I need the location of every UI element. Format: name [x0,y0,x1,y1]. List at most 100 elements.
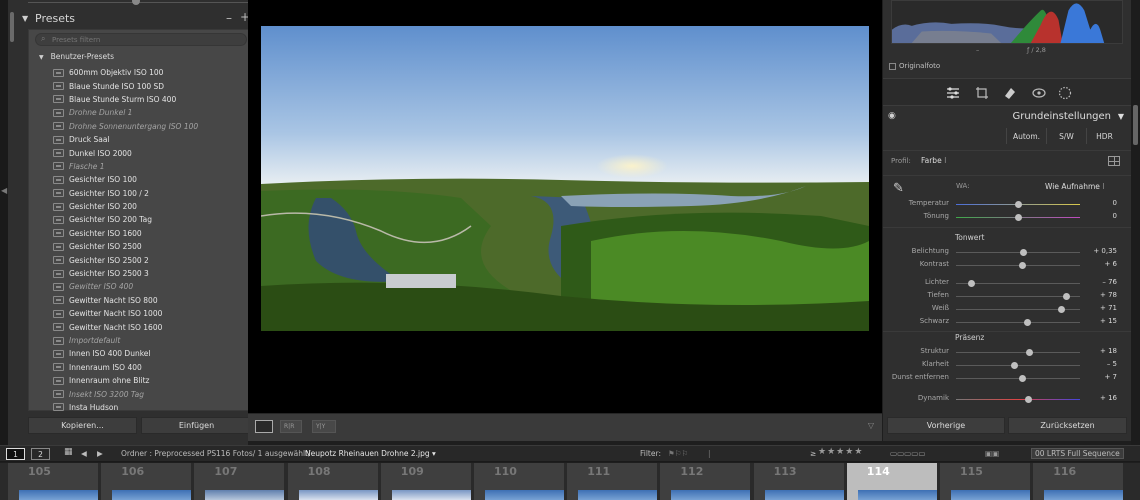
copy-settings-button[interactable]: Kopieren... [28,417,137,434]
slider-knob[interactable] [1018,262,1026,269]
thumbnail[interactable] [19,490,98,500]
slider-knob[interactable] [1011,362,1019,369]
slider-knob[interactable] [1026,349,1034,356]
rating-filter-operator[interactable]: ≥ [810,449,816,458]
remove-preset-button[interactable]: – [226,11,232,25]
preset-item[interactable]: Gewitter Nacht ISO 800 [53,294,249,307]
thumbnail[interactable] [298,490,378,500]
preset-item[interactable]: Gesichter ISO 2500 [53,240,249,253]
preset-item[interactable]: Flasche 1 [53,160,249,173]
preset-item[interactable]: Innenraum ohne Blitz [53,374,249,387]
preset-item[interactable]: Drohne Sonnenuntergang ISO 100 [53,120,249,133]
main-window-button[interactable]: 1 [6,448,25,460]
filmstrip-cell[interactable]: 114 [846,463,939,500]
color-label-filters[interactable]: ▭▭▭▭▭ [890,449,925,458]
slider-knob[interactable] [1023,319,1031,326]
preset-item[interactable]: Gesichter ISO 100 [53,173,249,186]
preset-item[interactable]: Gesichter ISO 1600 [53,227,249,240]
original-photo-checkbox[interactable] [889,62,896,70]
thumbnail[interactable] [764,490,844,500]
slider-value[interactable]: + 0,35 [1093,247,1117,255]
thumbnail[interactable] [857,490,937,500]
preset-item[interactable]: Druck Saal [53,133,249,146]
preset-item[interactable]: Gesichter ISO 200 [53,200,249,213]
preset-group-user[interactable]: ▼ Benutzer-Presets [39,52,114,61]
basic-panel-header[interactable]: ◉ Grundeinstellungen ▼ [883,108,1131,126]
grid-view-icon[interactable]: ▦ [64,447,73,457]
toolbar-menu-chevron-icon[interactable]: ▽ [868,421,874,430]
preset-item[interactable]: Blaue Stunde Sturm ISO 400 [53,93,249,106]
expand-triangle-icon[interactable]: ▼ [22,14,28,23]
slider-value[interactable]: – 5 [1107,360,1117,368]
bw-button[interactable]: S/W [1046,128,1086,144]
second-window-button[interactable]: 2 [31,448,50,460]
preset-item[interactable]: Gesichter ISO 2500 2 [53,253,249,266]
thumbnail[interactable] [951,490,1030,500]
collapse-left-icon[interactable]: ◀ [1,186,7,195]
filter-preset-select[interactable]: 00 LRTS Full Sequence [1031,448,1124,459]
profile-select[interactable]: Farbe ⁝ [921,156,946,165]
slider-knob[interactable] [967,280,975,287]
slider-track[interactable] [956,296,1080,297]
slider-value[interactable]: + 78 [1100,291,1117,299]
thumbnail[interactable] [205,490,285,500]
sliders-icon[interactable] [945,85,961,101]
presets-header[interactable]: ▼ Presets – + [20,10,256,29]
thumbnail[interactable] [1044,490,1124,500]
thumbnail[interactable] [671,490,751,500]
auto-button[interactable]: Autom. [1006,128,1046,144]
slider-knob[interactable] [1063,293,1071,300]
reset-button[interactable]: Zurücksetzen [1008,417,1127,434]
preset-item[interactable]: Gesichter ISO 2500 3 [53,267,249,280]
slider-value[interactable]: + 7 [1104,373,1117,381]
slider-value[interactable]: 0 [1113,212,1117,220]
crop-rotate-icon[interactable] [974,85,990,101]
left-panel-toggle[interactable]: ◀ [0,0,8,445]
preset-item[interactable]: Gesichter ISO 100 / 2 [53,187,249,200]
slider-value[interactable]: 0 [1113,199,1117,207]
wb-select[interactable]: Wie Aufnahme ⁝ [1045,182,1105,191]
slider-track[interactable] [956,322,1080,323]
redeye-icon[interactable] [1031,85,1047,101]
thumbnail[interactable] [578,490,658,500]
preset-item[interactable]: Gesichter ISO 200 Tag [53,213,249,226]
preset-item[interactable]: Dunkel ISO 2000 [53,146,249,159]
filmstrip-cell[interactable]: 116 [1033,463,1126,500]
eye-icon[interactable]: ◉ [888,111,896,121]
image-viewer[interactable] [248,0,882,413]
collapse-triangle-icon[interactable]: ▼ [1118,112,1124,121]
slider-value[interactable]: + 16 [1100,394,1117,402]
slider-knob[interactable] [1015,201,1022,208]
before-after-lr-button[interactable]: R|R [280,420,302,433]
preset-search[interactable]: ⌕ [35,33,247,46]
filmstrip-cell[interactable]: 106 [101,463,194,500]
preset-item[interactable]: Blaue Stunde ISO 100 SD [53,79,249,92]
eyedropper-icon[interactable]: ✎ [893,181,904,196]
thumbnail[interactable] [391,490,471,500]
preset-item[interactable]: 600mm Objektiv ISO 100 [53,66,249,79]
histogram[interactable] [891,0,1123,44]
slider-knob[interactable] [1024,396,1032,403]
slider-track[interactable] [956,399,1080,400]
profile-browser-grid-icon[interactable] [1108,156,1120,166]
hdr-button[interactable]: HDR [1086,128,1122,144]
folder-source-label[interactable]: Ordner : Preprocessed PS [121,449,216,458]
slider-knob[interactable] [1019,249,1027,256]
forward-arrow-icon[interactable]: ▶ [97,449,103,458]
filmstrip-cell[interactable]: 110 [474,463,566,500]
before-after-tb-button[interactable]: Y|Y [312,420,336,433]
slider-knob[interactable] [1018,375,1026,382]
filmstrip-cell[interactable]: 111 [567,463,660,500]
filter-lock-icon[interactable]: ▣▣ [985,449,999,458]
preset-item[interactable]: Gewitter Nacht ISO 1000 [53,307,249,320]
preset-item[interactable]: Importdefault [53,334,249,347]
slider-value[interactable]: + 71 [1100,304,1117,312]
back-arrow-icon[interactable]: ◀ [81,449,87,458]
preset-item[interactable]: Insta Hudson [53,401,249,414]
slider-value[interactable]: + 15 [1100,317,1117,325]
filmstrip-cell[interactable]: 108 [287,463,380,500]
slider-track[interactable] [956,252,1080,253]
right-scrollbar[interactable] [1133,105,1138,145]
preset-item[interactable]: Innen ISO 400 Dunkel [53,347,249,360]
filmstrip-cell[interactable]: 115 [940,463,1032,500]
